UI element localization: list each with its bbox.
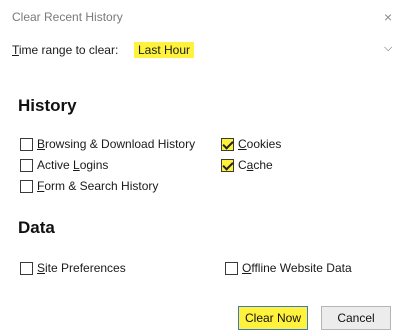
time-range-label-text: ime range to clear:	[18, 43, 119, 57]
form-search-history-checkbox[interactable]: Form & Search History	[20, 179, 158, 193]
checkbox-box	[20, 158, 33, 172]
cache-checkbox[interactable]: Cache	[221, 158, 273, 172]
checkbox-label: Form & Search History	[37, 179, 159, 193]
checkbox-box	[20, 137, 33, 151]
checkbox-box	[20, 261, 33, 275]
checkbox-box	[20, 179, 33, 193]
cancel-button[interactable]: Cancel	[321, 306, 391, 330]
chevron-down-icon: ⌵	[384, 42, 393, 54]
time-range-label: Time range to clear:	[12, 43, 118, 57]
checkbox-box-checked	[221, 137, 234, 151]
checkbox-label: Offline Website Data	[242, 261, 352, 275]
clear-now-button[interactable]: Clear Now	[238, 306, 308, 330]
checkbox-box	[225, 261, 238, 275]
history-heading: History	[18, 96, 77, 115]
checkbox-box-checked	[221, 158, 234, 172]
offline-website-data-checkbox[interactable]: Offline Website Data	[225, 261, 352, 275]
cookies-checkbox[interactable]: Cookies	[221, 137, 281, 151]
active-logins-checkbox[interactable]: Active Logins	[20, 158, 108, 172]
time-range-dropdown[interactable]: Last Hour ⌵	[132, 40, 395, 60]
close-icon[interactable]: ×	[384, 8, 395, 26]
site-preferences-checkbox[interactable]: Site Preferences	[20, 261, 126, 275]
time-range-selected-value: Last Hour	[134, 42, 195, 58]
browsing-download-history-checkbox[interactable]: Browsing & Download History	[20, 137, 195, 151]
data-heading: Data	[18, 218, 55, 237]
checkbox-label: Site Preferences	[37, 261, 126, 275]
checkbox-label: Active Logins	[37, 158, 109, 172]
checkbox-label: Browsing & Download History	[37, 137, 196, 151]
checkbox-label: Cache	[238, 158, 273, 172]
checkbox-label: Cookies	[238, 137, 282, 151]
dialog-titlebar: Clear Recent History ×	[0, 0, 395, 36]
time-range-access-key: T	[12, 43, 19, 57]
dialog-title: Clear Recent History	[12, 10, 123, 24]
